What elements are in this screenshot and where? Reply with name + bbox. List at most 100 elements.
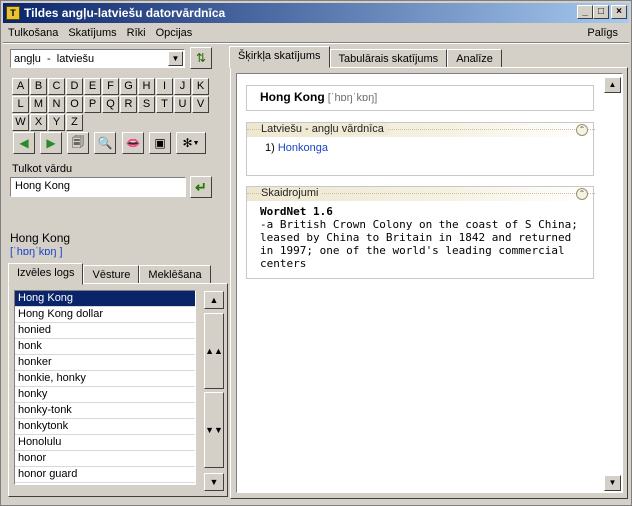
list-item[interactable]: honky-tonk — [15, 403, 195, 419]
swap-icon: ⇅ — [195, 51, 207, 65]
explanation-section-header: Skaidrojumi ⌃ — [247, 187, 595, 201]
explanation-text: -a British Crown Colony on the coast of … — [260, 218, 578, 270]
lips-icon: 👄 — [125, 136, 141, 150]
word-list[interactable]: Hong Kong Hong Kong dollar honied honk honke… — [14, 290, 196, 485]
dictionary-section-header: Latviešu - angļu vārdnīca ⌃ — [247, 123, 595, 137]
chevron-down-icon: ▼ — [192, 139, 200, 147]
content-scroll-down-button[interactable]: ▼ — [604, 475, 621, 491]
letter-key-n[interactable]: N — [48, 96, 65, 113]
left-tabs: Izvēles logs Vēsture Meklēšana — [8, 263, 211, 285]
swap-direction-button[interactable]: ⇅ — [190, 47, 212, 69]
search-button[interactable]: 🔍 — [94, 132, 116, 154]
tab-search[interactable]: Meklēšana — [139, 265, 211, 284]
collapse-icon[interactable]: ⌃ — [576, 188, 588, 200]
list-item[interactable]: honor guard — [15, 467, 195, 483]
tab-entry-view[interactable]: Šķirkļa skatījums — [229, 46, 330, 68]
tab-analysis[interactable]: Analīze — [447, 49, 502, 68]
tab-table-view[interactable]: Tabulārais skatījums — [329, 49, 448, 68]
letter-key-q[interactable]: Q — [102, 96, 119, 113]
list-item[interactable]: honor — [15, 451, 195, 467]
close-button[interactable]: × — [611, 5, 627, 19]
letter-key-b[interactable]: B — [30, 78, 47, 95]
letter-key-j[interactable]: J — [174, 78, 191, 95]
dictionary-section-title: Latviešu - angļu vārdnīca — [261, 123, 388, 135]
title-bar[interactable]: T Tildes angļu-latviešu datorvārdnīca _ … — [3, 3, 629, 23]
collapse-icon[interactable]: ⌃ — [576, 124, 588, 136]
letter-key-o[interactable]: O — [66, 96, 83, 113]
headword: Hong Kong — [10, 231, 71, 245]
menu-view[interactable]: Skatījums — [63, 27, 121, 39]
letter-key-a[interactable]: A — [12, 78, 29, 95]
letter-key-d[interactable]: D — [66, 78, 83, 95]
menu-translate[interactable]: Tulkošana — [3, 27, 63, 39]
menu-bar: Tulkošana Skatījums Rīki Opcijas Palīgs — [3, 24, 629, 42]
language-pair-select[interactable]: angļu - latviešu ▼ — [10, 49, 185, 68]
letter-key-y[interactable]: Y — [48, 114, 65, 131]
letter-key-g[interactable]: G — [120, 78, 137, 95]
letter-key-x[interactable]: X — [30, 114, 47, 131]
letter-key-v[interactable]: V — [192, 96, 209, 113]
page-down-button[interactable]: ▼▼ — [204, 392, 224, 468]
letter-key-l[interactable]: L — [12, 96, 29, 113]
minimize-button[interactable]: _ — [577, 5, 593, 19]
letter-key-m[interactable]: M — [30, 96, 47, 113]
tab-history[interactable]: Vēsture — [83, 265, 140, 284]
letter-key-c[interactable]: C — [48, 78, 65, 95]
app-logo-icon: T — [6, 6, 20, 20]
letter-key-k[interactable]: K — [192, 78, 209, 95]
back-button[interactable]: ◀ — [13, 132, 35, 154]
content-scroll-up-button[interactable]: ▲ — [604, 77, 621, 93]
list-item[interactable]: honkie, honky — [15, 371, 195, 387]
menu-help[interactable]: Palīgs — [582, 27, 623, 39]
copy-button[interactable]: 🗐 — [67, 132, 89, 154]
entry-word: Hong Kong — [260, 90, 325, 104]
arrow-right-icon: ▶ — [46, 136, 56, 150]
translate-go-button[interactable]: ↵ — [190, 176, 212, 198]
menu-tools[interactable]: Rīki — [122, 27, 151, 39]
letter-key-f[interactable]: F — [102, 78, 119, 95]
explanation-section-title: Skaidrojumi — [261, 187, 323, 199]
sense-number: 1) — [265, 142, 275, 154]
list-item[interactable]: Hong Kong — [15, 291, 195, 307]
list-item[interactable]: honky — [15, 387, 195, 403]
maximize-button[interactable]: □ — [593, 5, 609, 19]
letter-key-t[interactable]: T — [156, 96, 173, 113]
letter-key-w[interactable]: W — [12, 114, 29, 131]
list-item[interactable]: Hong Kong dollar — [15, 307, 195, 323]
letter-key-i[interactable]: I — [156, 78, 173, 95]
gear-icon: ✻ — [182, 136, 193, 150]
menu-options[interactable]: Opcijas — [151, 27, 198, 39]
right-tabs: Šķirkļa skatījums Tabulārais skatījums A… — [229, 46, 502, 68]
translate-word-label: Tulkot vārdu — [12, 163, 73, 175]
translation-link[interactable]: Honkonga — [278, 142, 328, 154]
menu-separator — [3, 42, 629, 44]
letter-key-h[interactable]: H — [138, 78, 155, 95]
options-dropdown-button[interactable]: ✻ ▼ — [176, 132, 206, 154]
scroll-down-button[interactable]: ▼ — [204, 473, 224, 491]
document-icon: 🗐 — [72, 134, 84, 149]
page-up-button[interactable]: ▲▲ — [204, 313, 224, 389]
pronounce-button[interactable]: 👄 — [122, 132, 144, 154]
list-item[interactable]: honk — [15, 339, 195, 355]
window-title: Tildes angļu-latviešu datorvārdnīca — [24, 6, 226, 20]
list-item[interactable]: honkytonk — [15, 419, 195, 435]
list-item[interactable]: honker — [15, 355, 195, 371]
letter-key-r[interactable]: R — [120, 96, 137, 113]
scroll-up-button[interactable]: ▲ — [204, 291, 224, 309]
letter-key-u[interactable]: U — [174, 96, 191, 113]
list-item[interactable]: honied — [15, 323, 195, 339]
letter-key-s[interactable]: S — [138, 96, 155, 113]
entry-header-card: Hong Kong [ˈhɒŋˈkɒŋ] — [246, 85, 594, 111]
chevron-down-icon[interactable]: ▼ — [168, 51, 183, 66]
app-window: T Tildes angļu-latviešu datorvārdnīca _ … — [0, 0, 632, 506]
letter-key-e[interactable]: E — [84, 78, 101, 95]
letter-key-z[interactable]: Z — [66, 114, 83, 131]
forward-button[interactable]: ▶ — [40, 132, 62, 154]
translate-word-input[interactable]: Hong Kong — [10, 177, 186, 197]
entry-pronunciation: [ˈhɒŋˈkɒŋ] — [327, 92, 378, 104]
window-layout-button[interactable]: ▣ — [149, 132, 171, 154]
letter-key-p[interactable]: P — [84, 96, 101, 113]
tab-selection[interactable]: Izvēles logs — [8, 263, 84, 285]
list-item[interactable]: Honolulu — [15, 435, 195, 451]
arrow-left-icon: ◀ — [19, 136, 29, 150]
